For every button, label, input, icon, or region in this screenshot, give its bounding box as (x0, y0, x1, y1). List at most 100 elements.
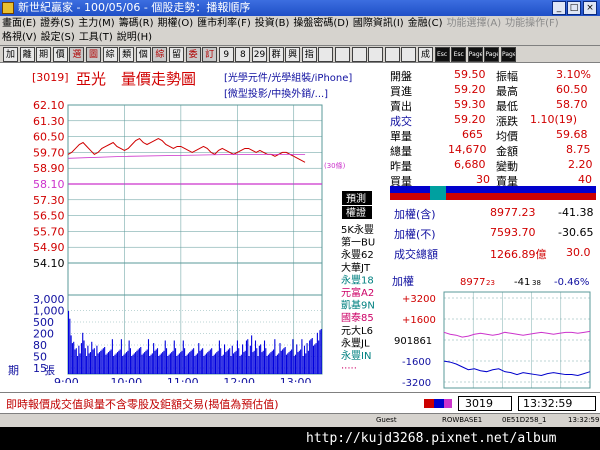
toolbar-button-9[interactable]: 綜 (152, 47, 168, 62)
volume-bar (189, 352, 191, 374)
volume-bar (298, 350, 300, 374)
forecast-tab: 預測 (346, 192, 366, 205)
quote-total-label: 總量 (390, 145, 412, 158)
broker-item[interactable]: 第一BU (341, 236, 375, 249)
broker-item[interactable]: 永豐62 (341, 248, 374, 261)
toolbar-button-15[interactable]: 29 (252, 47, 267, 62)
time-tick-label: 10:00 (110, 376, 142, 383)
menu-item-row1-3[interactable]: 籌碼(R) (117, 17, 156, 31)
app-icon (2, 2, 14, 14)
menu-item-row1-2[interactable]: 主力(M) (76, 17, 116, 31)
toolbar-button-22[interactable] (368, 47, 384, 62)
menu-item-row1-10[interactable]: 功能選擇(A) (444, 17, 503, 31)
mini-y-label: +1600 (402, 315, 436, 326)
volume-bar (113, 356, 115, 374)
menu-item-row2-1[interactable]: 設定(S) (39, 31, 77, 45)
toolbar-button-19[interactable] (318, 47, 334, 62)
quote-open-label: 開盤 (390, 70, 412, 83)
toolbar-button-13[interactable]: 9 (218, 47, 234, 62)
menu-item-row1-1[interactable]: 證券(S) (38, 17, 76, 31)
menu-item-row1-7[interactable]: 操盤密碼(D) (291, 17, 351, 31)
broker-item[interactable]: 永豐JL (341, 336, 370, 349)
broker-tab: 權證 (346, 206, 366, 219)
time-tick-label: 9:00 (54, 376, 79, 383)
broker-item[interactable]: ····· (341, 364, 357, 375)
toolbar-button-18[interactable]: 指 (301, 47, 317, 62)
broker-item[interactable]: 大華JT (341, 261, 371, 274)
volume-bar (198, 343, 200, 374)
toolbar-button-5[interactable]: 圖 (86, 47, 101, 62)
menu-item-row1-8[interactable]: 國際資訊(I) (351, 17, 406, 31)
menu-item-row1-9[interactable]: 金融(C) (406, 17, 445, 31)
menu-item-row1-6[interactable]: 投資(B) (253, 17, 292, 31)
volume-bar (165, 348, 168, 374)
toolbar-button-1[interactable]: 離 (19, 47, 35, 62)
volume-bar (167, 356, 169, 374)
toolbar-button-17[interactable]: 興 (285, 47, 301, 62)
close-button[interactable]: × (583, 1, 597, 15)
broker-item[interactable]: 元富A2 (341, 286, 374, 299)
status-line: Guest ROWBASE1 0E51D258_1 13:32:59 (0, 413, 600, 427)
volume-bar (123, 354, 125, 374)
broker-item[interactable]: 永豐IN (341, 349, 371, 362)
volume-bar (92, 349, 94, 374)
toolbar-button-7[interactable]: 類 (119, 47, 135, 62)
toolbar-button-11[interactable]: 委 (185, 47, 201, 62)
volume-bar (68, 311, 70, 374)
toolbar-button-26[interactable]: Esc (434, 47, 450, 62)
toolbar-button-6[interactable]: 綜 (102, 47, 118, 62)
broker-item[interactable]: 凱基9N (341, 299, 375, 312)
volume-bar (279, 343, 281, 374)
menu-item-row1-5[interactable]: 匯市利率(F) (195, 17, 253, 31)
toolbar-button-3[interactable]: 價 (52, 47, 68, 62)
menu-item-row2-0[interactable]: 格視(V) (0, 31, 39, 45)
toolbar-button-29[interactable]: Page Down (484, 47, 500, 62)
toolbar-button-0[interactable]: 加 (3, 47, 18, 62)
toolbar-button-30[interactable]: Page (501, 47, 516, 62)
toolbar-button-10[interactable]: 留 (169, 47, 184, 62)
toolbar-button-12[interactable]: 訂 (202, 47, 218, 62)
volume-bar (199, 350, 201, 374)
price-tick-label: 54.90 (33, 241, 65, 254)
toolbar-button-27[interactable]: Esc (451, 47, 467, 62)
maximize-button[interactable]: □ (567, 1, 581, 15)
menu-item-row1-4[interactable]: 期權(O) (155, 17, 195, 31)
toolbar-button-14[interactable]: 8 (235, 47, 251, 62)
menu-item-row1-11[interactable]: 功能操作(F) (503, 17, 561, 31)
toolbar-button-24[interactable] (401, 47, 417, 62)
volume-bar (156, 348, 159, 374)
toolbar-button-2[interactable]: 期 (36, 47, 52, 62)
time-tick-label: 13:00 (280, 376, 312, 383)
toolbar-button-25[interactable]: 成 (418, 47, 433, 62)
index-incl-change: -41.38 (558, 206, 594, 219)
toolbar-button-21[interactable] (351, 47, 367, 62)
volume-bar (311, 338, 313, 374)
volume-bar (222, 354, 224, 374)
color-swatch-red (424, 399, 434, 408)
stock-code-input[interactable]: 3019 (458, 396, 512, 411)
toolbar-button-4[interactable]: 選 (69, 47, 85, 62)
volume-bar (262, 350, 264, 374)
menu-item-row1-0[interactable]: 畫面(E) (0, 17, 38, 31)
volume-bar (180, 352, 182, 374)
toolbar-button-20[interactable] (335, 47, 350, 62)
volume-bar (312, 345, 315, 374)
volume-bar (155, 349, 157, 374)
price-volume-chart[interactable]: 62.10 61.30 60.50 59.70 58.90 58.10 57.30 56.50… (0, 63, 390, 383)
toolbar-button-8[interactable]: 個 (135, 47, 151, 62)
toolbar-button-16[interactable]: 群 (268, 47, 284, 62)
broker-item[interactable]: 永豐18 (341, 273, 374, 286)
volume-bar (109, 350, 111, 374)
broker-item[interactable]: 國泰85 (341, 311, 374, 324)
toolbar-button-28[interactable]: Page Up (467, 47, 483, 62)
broker-item[interactable]: 元大L6 (341, 324, 373, 337)
volume-bar (238, 348, 240, 374)
volume-bar (220, 348, 222, 374)
minimize-button[interactable]: _ (552, 1, 566, 15)
index-mini-chart[interactable]: 加權 8977 23 -41 38 -0.46% +3200 +1600 901861 -1600… (390, 270, 600, 390)
menu-item-row2-2[interactable]: 工具(T) (77, 31, 115, 45)
broker-item[interactable]: 5K永豐 (341, 223, 374, 236)
volume-bar (172, 350, 174, 374)
toolbar-button-23[interactable] (384, 47, 400, 62)
menu-item-row2-3[interactable]: 說明(H) (115, 31, 154, 45)
